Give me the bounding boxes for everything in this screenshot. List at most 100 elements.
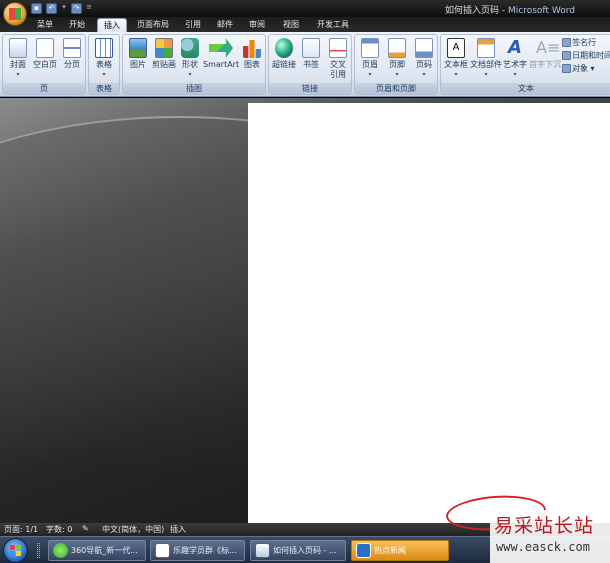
task-360-browser[interactable]: 360导航_新一代... [48, 540, 146, 561]
button-label: 艺术字 [503, 60, 527, 69]
tab-insert[interactable]: 插入 [97, 18, 127, 32]
redo-icon[interactable]: ↷ [71, 3, 82, 14]
table-button[interactable]: 表格 ▾ [91, 37, 117, 83]
chat-icon [155, 543, 170, 558]
group-label: 链接 [269, 83, 351, 94]
button-label: 对象 [572, 64, 588, 73]
task-word-document[interactable]: 如何插入页码 - ... [250, 540, 346, 561]
document-page[interactable] [248, 103, 610, 523]
tab-view[interactable]: 视图 [278, 18, 304, 32]
bookmark-icon [302, 38, 320, 58]
table-icon [95, 38, 113, 58]
smartart-icon [209, 38, 233, 58]
tab-menu[interactable]: 菜单 [31, 18, 59, 32]
header-icon [361, 38, 379, 58]
tab-mailings[interactable]: 邮件 [212, 18, 238, 32]
chart-button[interactable]: 图表 [239, 37, 265, 83]
page-break-icon [63, 38, 81, 58]
group-text: A 文本框 ▾ 文档部件 ▾ A 艺术字 ▾ A≡ 首字下沉 签名行 日期和时间 对象 ▾ … [440, 34, 610, 95]
button-label: 页眉 [362, 60, 378, 69]
task-label: 乐趣学员群《标... [173, 546, 237, 555]
document-name: 如何插入页码 [445, 6, 500, 16]
wordart-button[interactable]: A 艺术字 ▾ [502, 37, 528, 83]
hyperlink-button[interactable]: 超链接 [271, 37, 297, 83]
button-label: 文档部件 [470, 60, 502, 69]
page-count[interactable]: 页面: 1/1 [4, 524, 38, 535]
signature-line-button[interactable]: 签名行 [562, 37, 596, 48]
tab-page-layout[interactable]: 页面布局 [132, 18, 174, 32]
smartart-button[interactable]: SmartArt [203, 37, 239, 83]
page-number-icon [415, 38, 433, 58]
shapes-button[interactable]: 形状 ▾ [177, 37, 203, 83]
dropdown-arrow-icon: ▾ [422, 71, 426, 78]
footer-button[interactable]: 页脚 ▾ [384, 37, 410, 83]
group-label: 页眉和页脚 [355, 83, 437, 94]
group-pages: 封面 ▾ 空白页 分页 页 [2, 34, 86, 95]
tab-references[interactable]: 引用 [180, 18, 206, 32]
button-label: 交叉引用 [330, 60, 346, 79]
chart-icon [243, 40, 261, 58]
text-box-button[interactable]: A 文本框 ▾ [443, 37, 469, 83]
button-label: 空白页 [33, 60, 57, 69]
word-count[interactable]: 字数: 0 [46, 524, 72, 535]
blank-page-icon [36, 38, 54, 58]
object-icon [562, 64, 571, 73]
office-button[interactable] [3, 2, 27, 26]
save-icon[interactable]: ▪ [31, 3, 42, 14]
ribbon: 封面 ▾ 空白页 分页 页 表格 ▾ 表格 图片 剪贴画 形状 ▾ SmartArt … [0, 32, 610, 97]
picture-button[interactable]: 图片 [125, 37, 151, 83]
news-icon [356, 543, 371, 558]
page-number-button[interactable]: 页码 ▾ [411, 37, 437, 83]
group-label: 页 [3, 83, 85, 94]
button-label: 首字下沉 [529, 60, 561, 69]
task-label: 如何插入页码 - ... [273, 546, 337, 555]
office-logo-icon [9, 8, 21, 20]
task-qq-group[interactable]: 乐趣学员群《标... [150, 540, 245, 561]
cross-reference-button[interactable]: 交叉引用 [325, 37, 351, 83]
button-label: 签名行 [572, 38, 596, 47]
task-label: 360导航_新一代... [71, 546, 138, 555]
group-header-footer: 页眉 ▾ 页脚 ▾ 页码 ▾ 页眉和页脚 [354, 34, 438, 95]
calendar-icon [562, 51, 571, 60]
group-links: 超链接 书签 交叉引用 链接 [268, 34, 352, 95]
windows-logo-icon [10, 545, 15, 550]
cover-page-button[interactable]: 封面 ▾ [5, 37, 31, 83]
tab-developer[interactable]: 开发工具 [312, 18, 354, 32]
header-button[interactable]: 页眉 ▾ [357, 37, 383, 83]
button-label: 文本框 [444, 60, 468, 69]
task-label: 热点新闻 [374, 546, 406, 555]
button-label: 页脚 [389, 60, 405, 69]
insert-mode[interactable]: 插入 [170, 524, 186, 535]
button-label: 表格 [96, 60, 112, 69]
wordart-icon: A [508, 37, 522, 58]
watermark-text: 易采站长站 [494, 515, 595, 537]
language-indicator[interactable]: 中文(简体，中国) [102, 524, 164, 535]
object-button[interactable]: 对象 ▾ [562, 63, 595, 74]
group-label: 表格 [89, 83, 119, 94]
drop-cap-button[interactable]: A≡ 首字下沉 [529, 37, 561, 83]
button-label: 剪贴画 [152, 60, 176, 69]
page-break-button[interactable]: 分页 [59, 37, 85, 83]
customize-qat-icon[interactable]: ≡ [86, 3, 92, 14]
tab-review[interactable]: 审阅 [244, 18, 270, 32]
clip-art-icon [155, 38, 173, 58]
shapes-icon [181, 38, 199, 58]
undo-icon[interactable]: ↶ [46, 3, 57, 14]
dropdown-arrow-icon: ▾ [16, 71, 20, 78]
taskbar-grip[interactable] [37, 543, 40, 558]
dropdown-arrow-icon: ▾ [188, 71, 192, 78]
group-illustrations: 图片 剪贴画 形状 ▾ SmartArt 图表 插图 [122, 34, 266, 95]
bookmark-button[interactable]: 书签 [298, 37, 324, 83]
clip-art-button[interactable]: 剪贴画 [151, 37, 177, 83]
start-button[interactable] [3, 538, 28, 563]
globe-icon [275, 38, 293, 58]
date-time-button[interactable]: 日期和时间 [562, 50, 610, 61]
quick-parts-button[interactable]: 文档部件 ▾ [470, 37, 502, 83]
proofing-icon[interactable]: ✎ [82, 524, 89, 533]
task-hot-news[interactable]: 热点新闻 [351, 540, 449, 561]
tab-home[interactable]: 开始 [63, 18, 91, 32]
button-label: 图表 [244, 60, 260, 69]
button-label: 日期和时间 [572, 51, 610, 60]
blank-page-button[interactable]: 空白页 [32, 37, 58, 83]
dropdown-arrow-icon: ▾ [484, 71, 488, 78]
